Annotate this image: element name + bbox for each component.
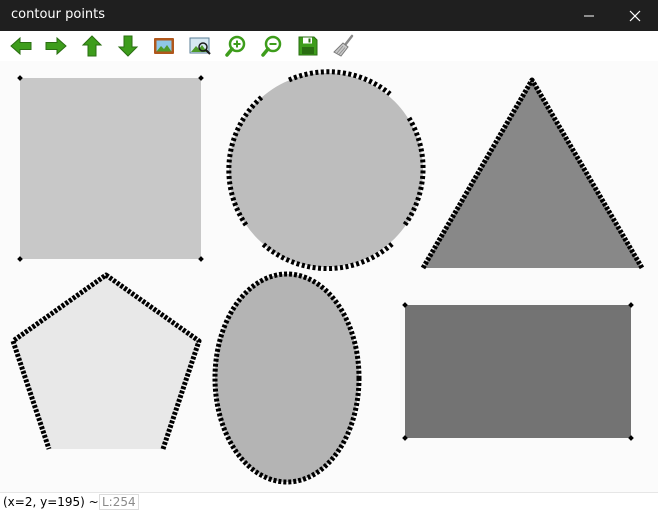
pentagon-shape <box>10 272 202 450</box>
arrow-left-icon <box>10 36 32 56</box>
image-canvas[interactable] <box>0 61 658 492</box>
arrow-up-icon <box>81 35 103 57</box>
up-button[interactable] <box>80 34 104 58</box>
app-window: contour points (x=2, y=195) ~ L:254 <box>0 0 658 514</box>
ellipse-shape <box>212 271 362 485</box>
zoom-in-icon <box>225 35 246 57</box>
toolbar <box>0 31 658 61</box>
cursor-coordinates: (x=2, y=195) ~ <box>3 495 99 509</box>
pixel-value: L:254 <box>99 494 139 510</box>
save-button[interactable] <box>296 34 320 58</box>
close-icon <box>629 10 641 21</box>
zoom-fit-icon <box>189 37 211 55</box>
forward-button[interactable] <box>44 34 68 58</box>
minimize-button[interactable] <box>566 0 612 31</box>
arrow-right-icon <box>45 36 67 56</box>
title-bar: contour points <box>0 0 658 31</box>
circle-shape <box>226 69 426 272</box>
zoom-in-button[interactable] <box>224 34 248 58</box>
back-button[interactable] <box>9 34 33 58</box>
contour-image <box>10 69 645 485</box>
clear-button[interactable] <box>332 34 356 58</box>
zoom-out-icon <box>261 35 282 57</box>
window-title: contour points <box>11 7 106 22</box>
minimize-icon <box>584 15 594 16</box>
square-shape <box>17 75 204 262</box>
zoom-fit-button[interactable] <box>188 34 212 58</box>
picture-icon <box>154 38 174 54</box>
close-button[interactable] <box>612 0 658 31</box>
save-icon <box>298 36 318 56</box>
status-bar: (x=2, y=195) ~ L:254 <box>0 492 658 514</box>
arrow-down-icon <box>117 35 139 57</box>
rectangle-shape <box>402 302 634 441</box>
down-button[interactable] <box>116 34 140 58</box>
zoom-out-button[interactable] <box>260 34 284 58</box>
triangle-shape <box>420 77 645 270</box>
show-image-button[interactable] <box>152 34 176 58</box>
brush-icon <box>333 34 354 57</box>
